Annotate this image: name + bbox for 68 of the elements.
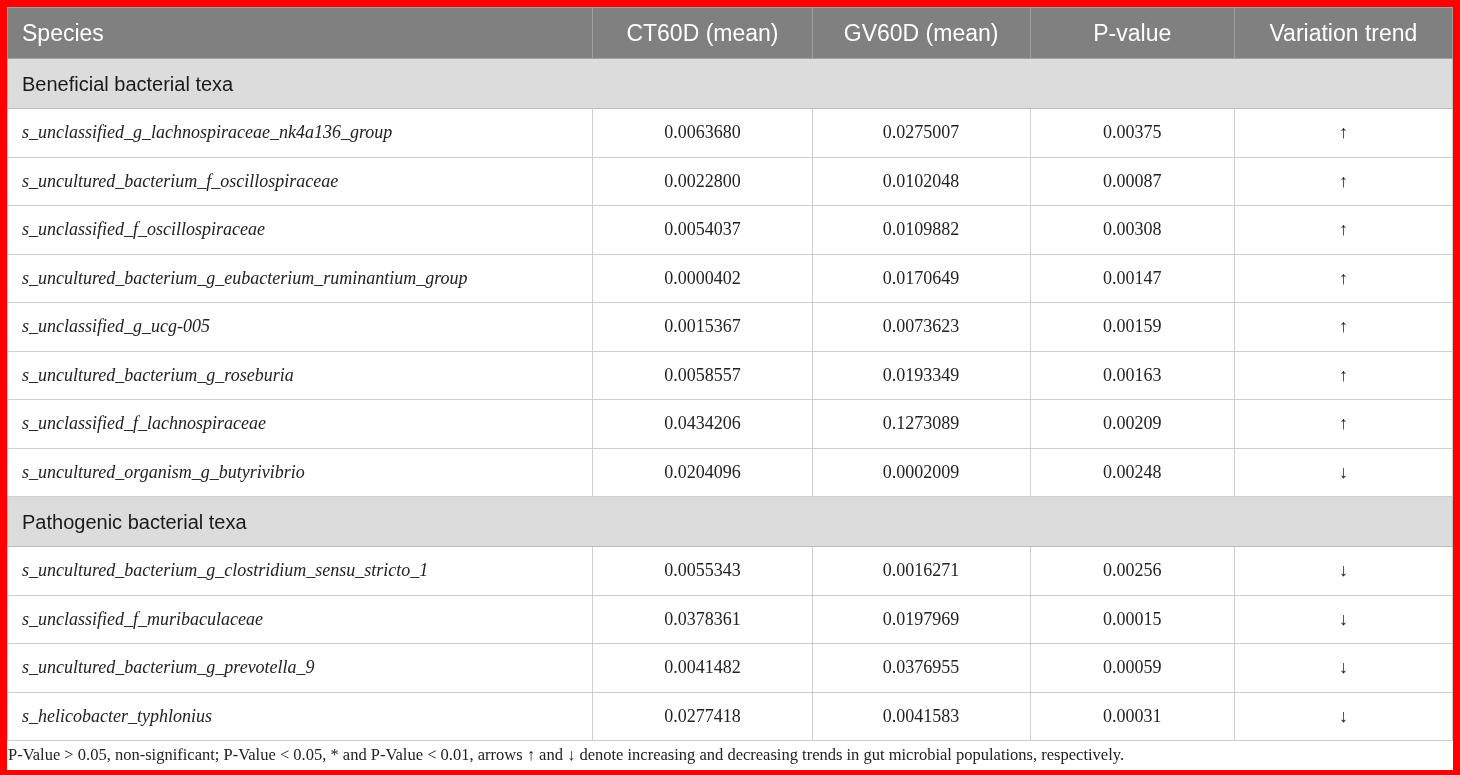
table-cell: 0.0041482 xyxy=(592,643,813,692)
table-cell: 0.0063680 xyxy=(592,108,813,157)
table-cell: s_unclassified_g_lachnospiraceae_nk4a136_group xyxy=(7,108,593,157)
table-cell: ↑ xyxy=(1234,399,1453,448)
column-header: CT60D (mean) xyxy=(592,7,813,59)
table-cell: 0.00147 xyxy=(1030,254,1235,303)
table-cell: 0.0170649 xyxy=(812,254,1031,303)
table-cell: s_uncultured_bacterium_g_clostridium_sensu_stricto_1 xyxy=(7,546,593,595)
table-cell: 0.00256 xyxy=(1030,546,1235,595)
column-header: Species xyxy=(7,7,593,59)
table-cell: 0.00059 xyxy=(1030,643,1235,692)
table-cell: 0.00308 xyxy=(1030,205,1235,254)
table-cell: 0.0000402 xyxy=(592,254,813,303)
section-header: Beneficial bacterial texa xyxy=(7,58,1453,109)
table-cell: s_uncultured_bacterium_f_oscillospiraceae xyxy=(7,157,593,206)
table-cell: ↓ xyxy=(1234,643,1453,692)
table-cell: s_helicobacter_typhlonius xyxy=(7,692,593,741)
table-cell: s_uncultured_bacterium_g_prevotella_9 xyxy=(7,643,593,692)
table-footnote: P-Value > 0.05, non-significant; P-Value < 0.05, * and P-Value < 0.01, arrows ↑ and ↓ denote increasing and decreasing trends in gut microbial populations, respectively. xyxy=(7,744,1125,767)
table-cell: ↓ xyxy=(1234,595,1453,644)
table-cell: 0.0277418 xyxy=(592,692,813,741)
table-cell: s_uncultured_organism_g_butyrivibrio xyxy=(7,448,593,497)
column-header: P-value xyxy=(1030,7,1235,59)
table-cell: s_unclassified_f_oscillospiraceae xyxy=(7,205,593,254)
table-cell: 0.0041583 xyxy=(812,692,1031,741)
table-cell: s_unclassified_f_lachnospiraceae xyxy=(7,399,593,448)
table-cell: 0.0193349 xyxy=(812,351,1031,400)
table-cell: 0.0058557 xyxy=(592,351,813,400)
table-cell: 0.0016271 xyxy=(812,546,1031,595)
table-cell: 0.00375 xyxy=(1030,108,1235,157)
table-cell: ↑ xyxy=(1234,205,1453,254)
table-cell: 0.00015 xyxy=(1030,595,1235,644)
table-cell: 0.0109882 xyxy=(812,205,1031,254)
table-cell: 0.0022800 xyxy=(592,157,813,206)
table-cell: ↓ xyxy=(1234,692,1453,741)
table-cell: 0.0073623 xyxy=(812,302,1031,351)
table-cell: 0.0102048 xyxy=(812,157,1031,206)
table-cell: 0.0376955 xyxy=(812,643,1031,692)
table-cell: 0.00209 xyxy=(1030,399,1235,448)
column-header: Variation trend xyxy=(1234,7,1453,59)
table-cell: ↓ xyxy=(1234,546,1453,595)
table-cell: s_uncultured_bacterium_g_eubacterium_ruminantium_group xyxy=(7,254,593,303)
table-cell: s_unclassified_g_ucg-005 xyxy=(7,302,593,351)
table-cell: ↑ xyxy=(1234,351,1453,400)
table-cell: ↑ xyxy=(1234,302,1453,351)
table-cell: s_unclassified_f_muribaculaceae xyxy=(7,595,593,644)
table-cell: ↑ xyxy=(1234,157,1453,206)
section-header: Pathogenic bacterial texa xyxy=(7,496,1453,547)
column-header: GV60D (mean) xyxy=(812,7,1031,59)
table-cell: 0.00087 xyxy=(1030,157,1235,206)
table-cell: 0.0015367 xyxy=(592,302,813,351)
table-cell: ↑ xyxy=(1234,254,1453,303)
table-cell: 0.00031 xyxy=(1030,692,1235,741)
table-cell: 0.1273089 xyxy=(812,399,1031,448)
table-cell: ↑ xyxy=(1234,108,1453,157)
table-cell: 0.0434206 xyxy=(592,399,813,448)
table-cell: ↓ xyxy=(1234,448,1453,497)
table-cell: 0.00163 xyxy=(1030,351,1235,400)
table-cell: 0.00248 xyxy=(1030,448,1235,497)
table-cell: 0.00159 xyxy=(1030,302,1235,351)
table-cell: 0.0204096 xyxy=(592,448,813,497)
table-cell: 0.0197969 xyxy=(812,595,1031,644)
table-cell: 0.0055343 xyxy=(592,546,813,595)
table-cell: 0.0054037 xyxy=(592,205,813,254)
table-cell: s_uncultured_bacterium_g_roseburia xyxy=(7,351,593,400)
table-cell: 0.0275007 xyxy=(812,108,1031,157)
table-cell: 0.0002009 xyxy=(812,448,1031,497)
table-cell: 0.0378361 xyxy=(592,595,813,644)
